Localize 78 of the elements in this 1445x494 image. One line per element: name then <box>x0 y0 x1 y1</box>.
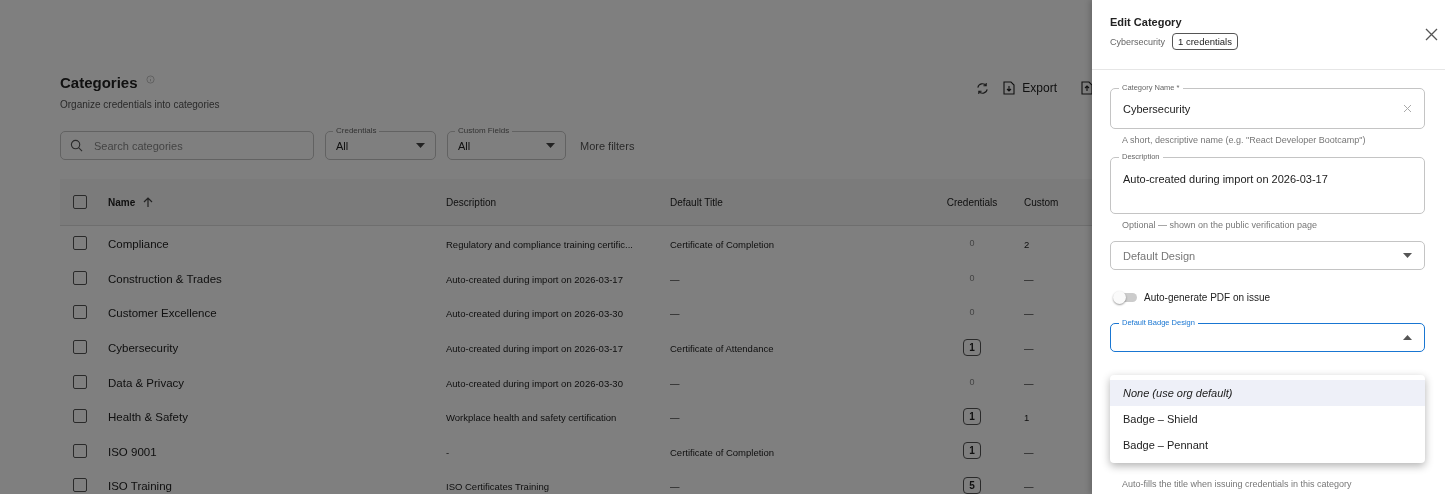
search-icon <box>70 139 83 152</box>
row-checkbox[interactable] <box>73 409 87 424</box>
close-icon[interactable] <box>1425 28 1438 41</box>
export-button[interactable]: Export <box>1003 81 1057 95</box>
toggle-switch[interactable] <box>1115 293 1137 302</box>
category-name[interactable]: Customer Excellence <box>108 307 217 320</box>
table-cell: — <box>1024 481 1034 493</box>
table-cell: Certificate of Completion <box>670 446 775 458</box>
table-cell: — <box>670 308 680 320</box>
page-title: Categories <box>60 73 138 93</box>
table-cell: Auto-created during import on 2026-03-17 <box>446 273 623 285</box>
table-cell: — <box>670 377 680 389</box>
table-cell: Certificate of Attendance <box>670 343 774 355</box>
file-upload-icon[interactable] <box>1081 81 1093 95</box>
row-checkbox[interactable] <box>73 305 87 320</box>
credential-count: 1 <box>963 442 981 460</box>
select-all-checkbox[interactable] <box>73 195 87 209</box>
row-checkbox[interactable] <box>73 236 87 251</box>
row-checkbox[interactable] <box>73 374 87 389</box>
caret-icon <box>1403 335 1412 340</box>
default-design-select[interactable]: Default Design <box>1110 241 1425 270</box>
table-cell: — <box>1024 377 1034 389</box>
column-header[interactable]: Credentials <box>946 196 998 208</box>
table-cell: Auto-created during import on 2026-03-30 <box>446 377 623 389</box>
menu-option[interactable]: Badge – Pennant <box>1110 432 1425 458</box>
credential-count: 5 <box>963 476 981 494</box>
row-checkbox[interactable] <box>73 443 87 458</box>
category-name[interactable]: Cybersecurity <box>108 342 179 355</box>
category-name[interactable]: Construction & Trades <box>108 272 222 285</box>
table-cell: — <box>1024 273 1034 285</box>
table-cell: — <box>670 273 680 285</box>
count-badge: 1 credentials <box>1172 33 1238 50</box>
drawer-title: Edit Category <box>1110 16 1183 28</box>
category-name[interactable]: ISO 9001 <box>108 445 157 458</box>
table-cell: — <box>670 481 680 493</box>
column-header[interactable]: Name <box>108 196 136 208</box>
category-name[interactable]: Data & Privacy <box>108 376 185 389</box>
clear-icon[interactable] <box>1403 104 1412 113</box>
table-cell: Certificate of Completion <box>670 239 775 251</box>
table-cell: 2 <box>1024 239 1030 251</box>
column-header[interactable]: Default Title <box>670 196 723 208</box>
helper-text: Optional — shown on the public verification page <box>1122 220 1319 230</box>
row-checkbox[interactable] <box>73 340 87 355</box>
table-cell: Regulatory and compliance training certific... <box>446 239 633 251</box>
table-cell: 1 <box>1024 412 1030 424</box>
search-field[interactable]: Search categories <box>60 131 314 160</box>
helper-text: Auto-fills the title when issuing credentials in this category <box>1122 479 1353 489</box>
row-checkbox[interactable] <box>73 478 87 493</box>
toggle-label: Auto-generate PDF on issue <box>1144 292 1271 303</box>
refresh-icon[interactable] <box>976 81 990 95</box>
credential-count: 1 <box>963 338 981 356</box>
category-name[interactable]: Health & Safety <box>108 411 188 424</box>
table-cell: — <box>670 412 680 424</box>
sort-up-icon[interactable] <box>143 196 154 208</box>
more-filters-button[interactable]: More filters <box>577 139 638 152</box>
category-name[interactable]: ISO Training <box>108 480 172 493</box>
column-header[interactable]: Custom <box>1024 196 1059 208</box>
menu-option[interactable]: None (use org default) <box>1110 380 1425 406</box>
caret-icon <box>546 143 555 148</box>
menu-option[interactable]: Badge – Shield <box>1110 406 1425 432</box>
category-name[interactable]: Compliance <box>108 238 169 251</box>
table-cell: Workplace health and safety certification <box>446 412 617 424</box>
drawer-subtitle: Cybersecurity <box>1110 36 1165 47</box>
file-download-icon <box>1003 81 1016 95</box>
page-subtitle: Organize credentials into categories <box>60 99 220 110</box>
credential-count: 1 <box>963 407 981 425</box>
helper-text: A short, descriptive name (e.g. "React Developer Bootcamp") <box>1122 135 1367 145</box>
table-cell: ISO Certificates Training <box>446 481 549 493</box>
table-cell: — <box>1024 343 1034 355</box>
table-cell: - <box>446 446 450 458</box>
table-cell: Auto-created during import on 2026-03-30 <box>446 308 623 320</box>
table-cell: — <box>1024 446 1034 458</box>
table-cell: — <box>1024 308 1034 320</box>
row-checkbox[interactable] <box>73 270 87 285</box>
column-header[interactable]: Description <box>446 196 497 208</box>
caret-icon <box>1403 253 1412 258</box>
table-cell: Auto-created during import on 2026-03-17 <box>446 343 623 355</box>
caret-icon <box>416 143 425 148</box>
